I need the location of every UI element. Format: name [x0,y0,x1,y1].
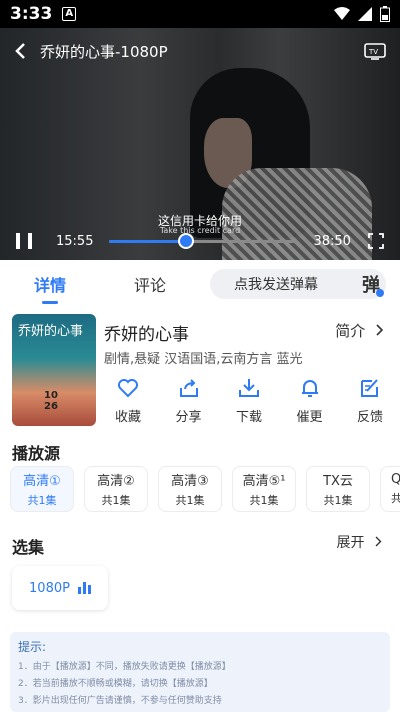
heart-icon [118,379,138,398]
remind-label: 催更 [296,410,323,425]
battery-icon [380,6,390,22]
favorite-button[interactable]: 收藏 [104,376,152,425]
show-tags: 剧情,悬疑 汉语国语,云南方言 蓝光 [104,352,303,367]
player-controls: 15:55 38:50 [0,226,400,256]
share-button[interactable]: 分享 [165,376,213,425]
action-row: 收藏 分享 下载 催更 反馈 [104,376,394,425]
intro-label: 简介 [335,322,366,340]
status-icons [334,6,390,22]
favorite-label: 收藏 [114,410,141,425]
share-icon [179,379,198,397]
source-count: 共1集 [27,494,57,507]
chevron-right-icon [376,324,384,336]
episode-item[interactable]: 1080P [12,566,108,610]
source-count: 共 [391,490,400,506]
expand-button[interactable]: 展开 [337,532,382,552]
episodes-title: 选集 [12,538,45,557]
source-name: 高清① [23,474,61,489]
source-item[interactable]: 高清⑤¹ 共1集 [232,466,296,512]
source-list: 高清① 共1集 高清② 共1集 高清③ 共1集 高清⑤¹ 共1集 TX云共1集 Q共 [10,466,400,512]
duration-time: 38:50 [313,233,351,249]
source-name: 高清⑤¹ [242,474,286,489]
video-player[interactable]: 乔妍的心事-1080P TV 这信用卡给你用 Take this credit … [0,28,400,260]
show-poster[interactable]: 乔妍的心事 10 26 [12,314,96,426]
download-icon [239,379,259,397]
tab-details[interactable]: 详情 [0,272,100,296]
tab-comments[interactable]: 评论 [100,272,200,296]
current-time: 15:55 [56,233,94,249]
download-label: 下载 [235,410,262,425]
feedback-label: 反馈 [356,410,383,425]
source-item[interactable]: 高清③ 共1集 [158,466,222,512]
player-top-bar: 乔妍的心事-1080P TV [0,36,400,66]
tips-line: 2．若当前播放不顺畅或模糊，请切换【播放源】 [18,679,213,689]
pause-icon[interactable] [16,233,32,249]
episode-label: 1080P [29,580,70,596]
video-title: 乔妍的心事-1080P [40,42,168,61]
detail-content: 乔妍的心事 10 26 乔妍的心事 简介 剧情,悬疑 汉语国语,云南方言 蓝光 … [0,308,400,712]
remind-update-button[interactable]: 催更 [286,376,334,425]
status-time: 3:33 [10,4,53,24]
source-count: 共1集 [175,494,205,507]
source-name: 高清② [97,474,135,489]
danmu-placeholder: 点我发送弹幕 [234,277,318,293]
status-bar: 3:33 A [0,0,400,28]
danmu-toggle-icon[interactable]: 弹 [362,271,384,297]
progress-fill [109,239,186,243]
source-count: 共1集 [101,494,131,507]
signal-icon [358,7,372,21]
progress-bar[interactable] [109,232,296,249]
playing-bars-icon [77,582,91,594]
poster-title: 乔妍的心事 [18,324,84,339]
detail-tabs: 详情 评论 点我发送弹幕 弹 [0,260,400,308]
share-label: 分享 [175,410,202,425]
bell-icon [301,380,318,397]
tips-header: 提示: [18,640,47,654]
notification-badge-icon: A [62,7,77,21]
show-title: 乔妍的心事 [104,325,189,345]
danmu-input[interactable]: 点我发送弹幕 弹 [210,269,386,299]
chevron-right-icon [375,536,382,547]
source-item[interactable]: TX云共1集 [306,466,370,512]
wifi-icon [334,7,350,20]
tv-cast-icon[interactable]: TV [364,42,386,60]
tips-line: 1．由于【播放源】不同，播放失败请更换【播放源】 [18,662,231,672]
source-name: 高清③ [171,474,209,489]
tips-line: 3．影片出现任何广告请谨慎，不参与任何赞助支持 [18,696,222,706]
poster-date: 10 26 [44,390,58,412]
sources-title: 播放源 [12,444,61,463]
expand-label: 展开 [336,535,365,551]
source-name: TX云 [323,474,353,489]
source-name: Q [391,472,400,487]
svg-text:TV: TV [368,48,378,56]
source-count: 共1集 [323,494,353,507]
back-arrow-icon[interactable] [14,42,26,60]
tips-box: 提示: 1．由于【播放源】不同，播放失败请更换【播放源】 2．若当前播放不顺畅或… [10,632,390,712]
progress-knob[interactable] [177,232,194,249]
download-button[interactable]: 下载 [225,376,273,425]
source-count: 共1集 [249,494,279,507]
fullscreen-icon[interactable] [368,233,384,249]
feedback-icon [361,379,378,397]
source-item[interactable]: Q共 [380,466,400,512]
source-item[interactable]: 高清① 共1集 [10,466,74,512]
intro-link[interactable]: 简介 [335,320,384,341]
feedback-button[interactable]: 反馈 [346,376,394,425]
source-item[interactable]: 高清② 共1集 [84,466,148,512]
